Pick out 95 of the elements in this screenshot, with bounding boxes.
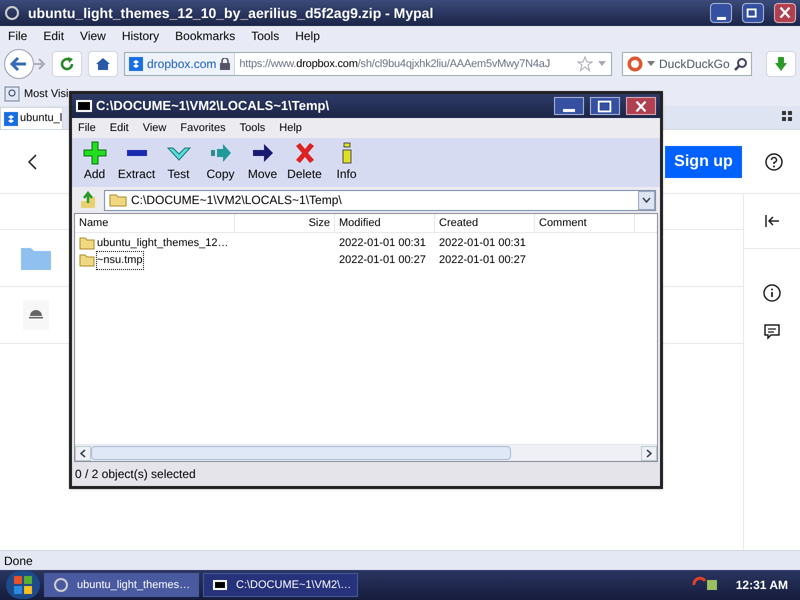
menu-item[interactable]: File: [78, 120, 96, 136]
star-icon: [577, 56, 593, 72]
toolbar-button[interactable]: Move: [242, 140, 283, 186]
box-icon: [4, 112, 18, 126]
forward-icon: [32, 58, 46, 70]
column-header[interactable]: Size: [235, 214, 335, 232]
collapse-panel-icon: [764, 214, 780, 228]
minimize-icon: [716, 16, 726, 20]
status-text: 0 / 2 object(s) selected: [75, 466, 196, 483]
help-icon: [765, 152, 783, 170]
grid-icon: [782, 111, 792, 121]
taskbar-button[interactable]: ubuntu_light_themes…: [44, 573, 199, 597]
plus-icon: [82, 140, 106, 164]
close-button[interactable]: [626, 97, 656, 115]
column-header[interactable]: Name: [75, 214, 235, 232]
browser-tab[interactable]: ubuntu_l: [0, 107, 64, 129]
menu-item[interactable]: Edit: [43, 27, 64, 45]
home-button[interactable]: [88, 51, 118, 77]
toolbar-button[interactable]: Delete: [284, 140, 325, 186]
minus-icon: [126, 150, 146, 156]
column-header[interactable]: Created: [435, 214, 535, 232]
search-placeholder: DuckDuckGo: [659, 56, 730, 73]
back-icon: [10, 57, 28, 71]
column-header[interactable]: Comment: [535, 214, 635, 232]
url-text: https://www.dropbox.com/sh/cl9bu4qjxhk2liu/AAAem5vMwy7N4aJ: [238, 56, 551, 72]
menu-item[interactable]: Favorites: [180, 120, 226, 136]
bookmark-link[interactable]: Most Visi: [24, 86, 68, 102]
menu-item[interactable]: History: [122, 27, 160, 45]
sign-up-button[interactable]: Sign up: [665, 146, 742, 178]
table-cell-text: 2022-01-01 00:27: [438, 253, 527, 268]
minimize-icon: [563, 108, 575, 112]
menu-item[interactable]: Tools: [251, 27, 280, 45]
reload-icon: [59, 56, 75, 72]
toolbar-button[interactable]: Add: [74, 140, 115, 186]
menu-item[interactable]: Tools: [240, 120, 266, 136]
start-button[interactable]: [6, 571, 40, 599]
path-field[interactable]: C:\DOCUME~1\VM2\LOCALS~1\Temp\: [104, 190, 656, 210]
archive-icon: [76, 99, 92, 113]
toolbar-button[interactable]: Copy: [200, 140, 241, 186]
download-button[interactable]: [766, 51, 796, 77]
file-name[interactable]: ~nsu.tmp: [97, 252, 143, 269]
folder-icon: [109, 193, 127, 207]
folder-icon: [21, 246, 51, 270]
table-cell-text: 2022-01-01 00:31: [338, 236, 427, 252]
home-icon: [95, 57, 111, 71]
address-bar[interactable]: dropbox.com https://www.dropbox.com/sh/cl9bu4qjxhk2liu/AAAem5vMwy7N4aJ: [124, 52, 612, 76]
magnifier-icon: [4, 86, 20, 102]
window-title: C:\DOCUME~1\VM2\LOCALS~1\Temp\: [96, 97, 330, 116]
dropdown-icon: [642, 197, 651, 203]
taskbar-button[interactable]: C:\DOCUME~1\VM2\…: [203, 573, 358, 597]
close-button[interactable]: [774, 3, 796, 23]
file-name[interactable]: ubuntu_light_themes_12…: [97, 235, 228, 252]
menu-item[interactable]: Help: [295, 27, 320, 45]
app-icon: [4, 5, 20, 21]
comment-icon: [764, 324, 780, 340]
dropdown-icon: [597, 60, 607, 68]
minimize-button[interactable]: [554, 97, 584, 115]
menu-item[interactable]: View: [80, 27, 106, 45]
info-icon: [763, 284, 781, 302]
folder-icon: [79, 237, 95, 250]
maximize-button[interactable]: [590, 97, 620, 115]
search-field[interactable]: DuckDuckGo: [622, 52, 752, 76]
file-icon: [23, 300, 49, 330]
site-identity: dropbox.com: [147, 56, 216, 73]
toolbar-button[interactable]: Extract: [116, 140, 157, 186]
windows-logo-icon: [13, 575, 33, 595]
tab-label: ubuntu_l: [20, 111, 62, 126]
column-header[interactable]: Modified: [335, 214, 435, 232]
table-cell-text: 2022-01-01 00:31: [438, 236, 527, 252]
box-icon: [129, 57, 143, 71]
reload-button[interactable]: [52, 51, 82, 77]
status-text: Done: [4, 552, 33, 570]
menu-item[interactable]: Bookmarks: [175, 27, 236, 45]
archive-icon: [212, 577, 228, 593]
folder-icon: [79, 254, 95, 267]
menu-item[interactable]: Help: [279, 120, 302, 136]
menu-item[interactable]: View: [142, 120, 166, 136]
download-icon: [774, 56, 788, 72]
duck-icon: [627, 56, 643, 72]
search-icon: [734, 57, 748, 71]
table-cell-text: 2022-01-01 00:27: [338, 253, 427, 268]
minimize-button[interactable]: [710, 3, 732, 23]
chevron-left-icon: [26, 154, 38, 170]
restore-button[interactable]: [742, 3, 764, 23]
toolbar-button[interactable]: Test: [158, 140, 199, 186]
lock-icon: [220, 58, 230, 70]
app-icon: [53, 577, 69, 593]
toolbar-button[interactable]: Info: [326, 140, 367, 186]
dropdown-icon: [647, 61, 655, 67]
back-button[interactable]: [4, 49, 34, 79]
up-arrow-icon: [79, 191, 97, 209]
menu-item[interactable]: File: [8, 27, 28, 45]
window-title: ubuntu_light_themes_12_10_by_aerilius_d5f2ag9.zip - Mypal: [28, 4, 434, 23]
clock: 12:31 AM: [736, 577, 788, 594]
menu-item[interactable]: Edit: [110, 120, 129, 136]
